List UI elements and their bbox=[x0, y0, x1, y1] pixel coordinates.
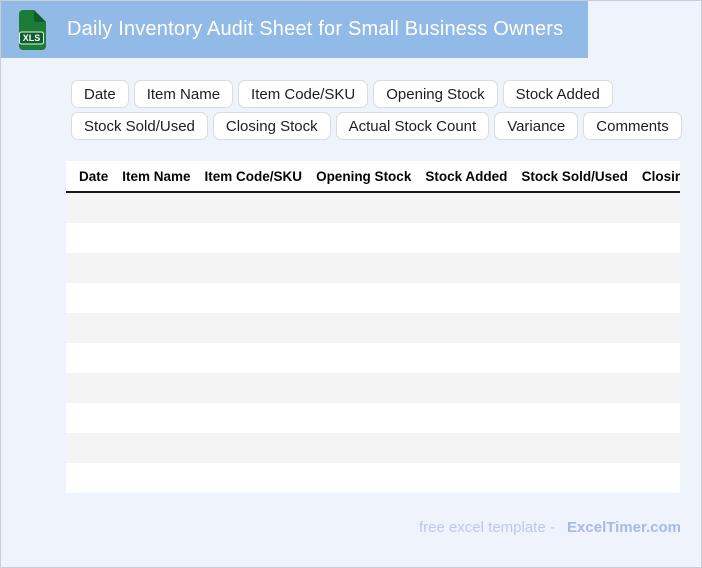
column-header-date: Date bbox=[79, 168, 109, 184]
header-bar: XLS Daily Inventory Audit Sheet for Smal… bbox=[1, 1, 588, 58]
chip-closing-stock[interactable]: Closing Stock bbox=[212, 112, 331, 140]
footer: free excel template - ExcelTimer.com bbox=[419, 519, 681, 536]
footer-brand-link[interactable]: ExcelTimer.com bbox=[567, 519, 681, 536]
table-row bbox=[66, 463, 680, 493]
chip-actual-stock-count[interactable]: Actual Stock Count bbox=[335, 112, 490, 140]
table-row bbox=[66, 433, 680, 463]
column-chips: Date Item Name Item Code/SKU Opening Sto… bbox=[71, 80, 682, 144]
table-row bbox=[66, 253, 680, 283]
chip-stock-sold-used[interactable]: Stock Sold/Used bbox=[71, 112, 208, 140]
table-header-row: Date Item Name Item Code/SKU Opening Sto… bbox=[66, 161, 680, 193]
chip-comments[interactable]: Comments bbox=[583, 112, 682, 140]
column-header-opening-stock: Opening Stock bbox=[316, 168, 412, 184]
column-header-item-code-sku: Item Code/SKU bbox=[204, 168, 303, 184]
table-row bbox=[66, 403, 680, 433]
column-header-stock-sold-used: Stock Sold/Used bbox=[521, 168, 628, 184]
page-title: Daily Inventory Audit Sheet for Small Bu… bbox=[67, 18, 564, 40]
table-row bbox=[66, 343, 680, 373]
table-row bbox=[66, 283, 680, 313]
table-row bbox=[66, 193, 680, 223]
footer-text: free excel template - bbox=[418, 519, 555, 536]
table-row bbox=[66, 373, 680, 403]
table-body bbox=[66, 193, 680, 493]
chip-item-name[interactable]: Item Name bbox=[133, 80, 234, 108]
column-header-item-name: Item Name bbox=[122, 168, 191, 184]
chip-row-2: Stock Sold/Used Closing Stock Actual Sto… bbox=[71, 112, 682, 140]
chip-date[interactable]: Date bbox=[71, 80, 129, 108]
table-row bbox=[66, 223, 680, 253]
xls-file-icon: XLS bbox=[18, 9, 46, 50]
table-row bbox=[66, 313, 680, 343]
column-header-closing-stock: Closing Stock bbox=[641, 168, 680, 184]
column-header-stock-added: Stock Added bbox=[425, 168, 508, 184]
xls-badge-label: XLS bbox=[23, 33, 41, 43]
chip-row-1: Date Item Name Item Code/SKU Opening Sto… bbox=[71, 80, 682, 108]
chip-stock-added[interactable]: Stock Added bbox=[502, 80, 613, 108]
chip-variance[interactable]: Variance bbox=[494, 112, 579, 140]
chip-item-code-sku[interactable]: Item Code/SKU bbox=[238, 80, 369, 108]
page: XLS Daily Inventory Audit Sheet for Smal… bbox=[0, 0, 702, 568]
chip-opening-stock[interactable]: Opening Stock bbox=[373, 80, 498, 108]
inventory-table: Date Item Name Item Code/SKU Opening Sto… bbox=[66, 161, 680, 493]
